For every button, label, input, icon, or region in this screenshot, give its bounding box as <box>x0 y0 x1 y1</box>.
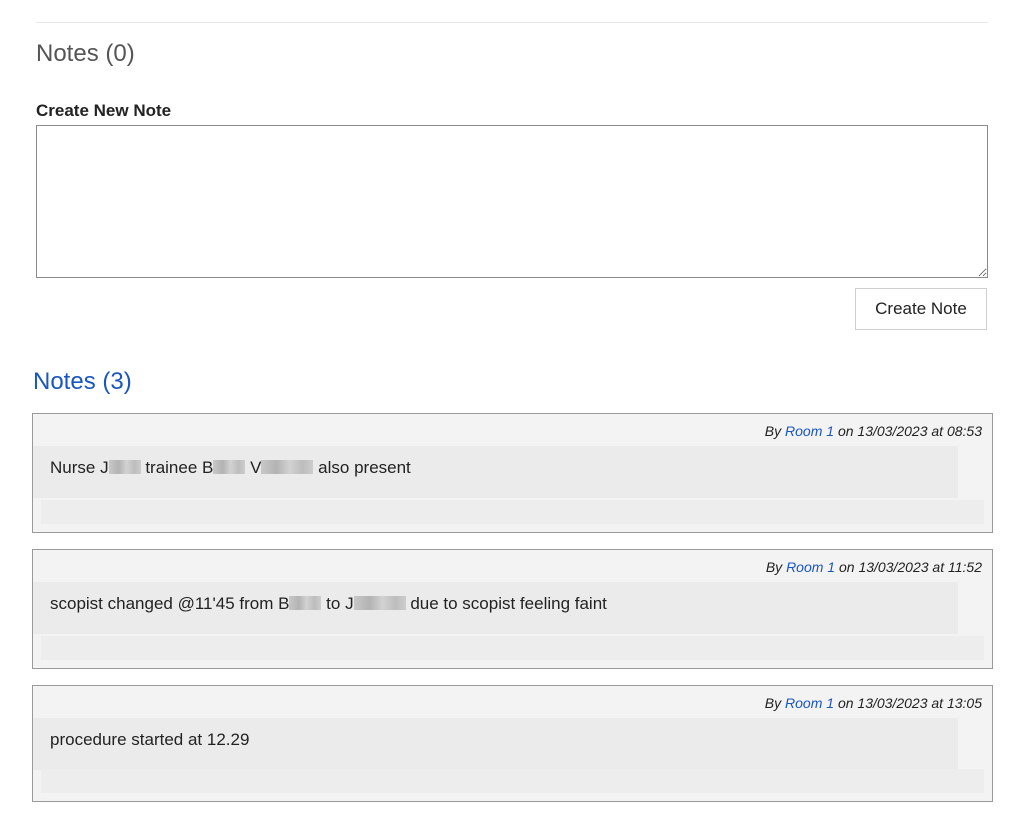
new-note-textarea[interactable] <box>36 125 988 278</box>
note-item: By Room 1 on 13/03/2023 at 13:05 procedu… <box>32 685 993 802</box>
redacted-block <box>353 596 406 610</box>
redacted-block <box>108 460 141 474</box>
note-meta: By Room 1 on 13/03/2023 at 11:52 <box>766 559 982 575</box>
note-text-segment: Nurse J <box>50 458 109 477</box>
note-text: scopist changed @11'45 from B to J due t… <box>50 594 607 614</box>
note-body: procedure started at 12.29 <box>33 718 958 770</box>
redacted-block <box>213 460 246 474</box>
note-at-label: at <box>931 695 944 711</box>
note-text: procedure started at 12.29 <box>50 730 250 749</box>
note-by-label: By <box>764 695 782 711</box>
note-author-link[interactable]: Room 1 <box>785 695 834 711</box>
note-text-segment: to J <box>326 594 354 613</box>
note-time: 08:53 <box>946 423 982 439</box>
notes-list: By Room 1 on 13/03/2023 at 08:53 Nurse J… <box>32 413 993 802</box>
note-text-segment: V <box>250 458 262 477</box>
notes-list-title: Notes (3) <box>33 368 132 395</box>
note-on-label: on <box>837 695 854 711</box>
note-at-label: at <box>932 559 945 575</box>
note-text-segment: scopist changed @11'45 from B <box>50 594 290 613</box>
note-footer <box>41 769 984 793</box>
top-divider <box>36 22 988 23</box>
note-meta: By Room 1 on 13/03/2023 at 13:05 <box>765 695 982 711</box>
notes-empty-title: Notes (0) <box>36 40 135 67</box>
note-author-link[interactable]: Room 1 <box>786 559 835 575</box>
redacted-block <box>289 596 322 610</box>
create-note-button[interactable]: Create Note <box>855 288 987 330</box>
note-time: 11:52 <box>948 559 982 575</box>
note-by-label: By <box>764 423 782 439</box>
note-text-segment: also present <box>318 458 411 477</box>
redacted-block <box>261 460 314 474</box>
note-on-label: on <box>837 423 854 439</box>
note-by-label: By <box>765 559 783 575</box>
note-footer <box>41 500 984 524</box>
note-at-label: at <box>931 423 944 439</box>
note-date: 13/03/2023 <box>858 559 929 575</box>
note-time: 13:05 <box>946 695 982 711</box>
note-body: Nurse J trainee B V also present <box>33 446 958 498</box>
note-text: Nurse J trainee B V also present <box>50 458 411 478</box>
note-author-link[interactable]: Room 1 <box>785 423 834 439</box>
note-meta: By Room 1 on 13/03/2023 at 08:53 <box>765 423 982 439</box>
note-body: scopist changed @11'45 from B to J due t… <box>33 582 958 634</box>
note-date: 13/03/2023 <box>857 423 928 439</box>
note-text-segment: due to scopist feeling faint <box>410 594 607 613</box>
note-date: 13/03/2023 <box>857 695 928 711</box>
note-footer <box>41 636 984 660</box>
note-text-segment: trainee B <box>145 458 214 477</box>
note-on-label: on <box>838 559 855 575</box>
create-note-label: Create New Note <box>36 101 172 120</box>
note-item: By Room 1 on 13/03/2023 at 08:53 Nurse J… <box>32 413 993 533</box>
note-item: By Room 1 on 13/03/2023 at 11:52 scopist… <box>32 549 993 669</box>
